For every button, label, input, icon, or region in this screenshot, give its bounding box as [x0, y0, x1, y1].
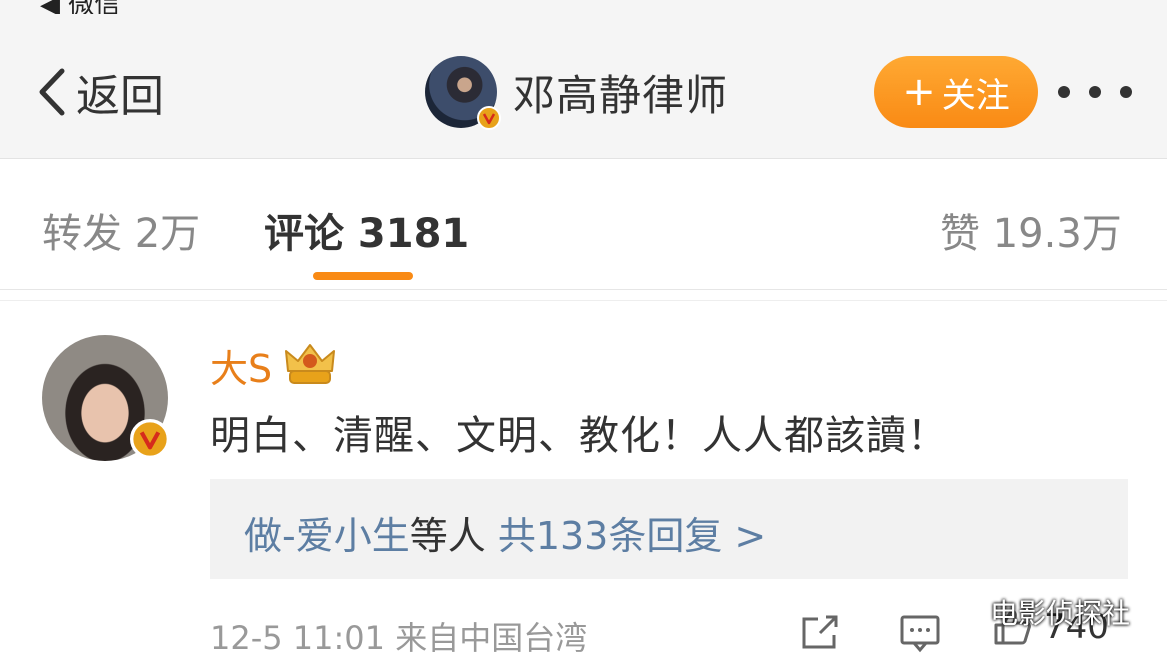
- reply-connector: 等人: [409, 514, 498, 558]
- commenter-avatar[interactable]: [42, 335, 170, 461]
- commenter-name[interactable]: 大S: [210, 338, 272, 393]
- reply-count-link[interactable]: 共133条回复 >: [498, 514, 766, 558]
- reply-username[interactable]: 做-爱小生: [244, 514, 410, 558]
- replies-preview[interactable]: 做-爱小生等人 共133条回复 >: [210, 479, 1128, 579]
- author-profile[interactable]: 邓高静律师: [425, 56, 728, 130]
- verified-icon: [477, 106, 501, 130]
- author-avatar[interactable]: [425, 56, 501, 130]
- tab-comments[interactable]: 评论 3181: [264, 201, 469, 259]
- tab-reposts[interactable]: 转发 2万: [42, 201, 200, 259]
- chevron-left-icon: [39, 68, 65, 116]
- comment-text: 明白、清醒、文明、教化！人人都該讀！: [210, 413, 948, 459]
- crown-badge-icon[interactable]: [282, 341, 338, 389]
- commenter-header: 大S: [210, 339, 338, 391]
- comment-icon[interactable]: [898, 613, 942, 653]
- author-name[interactable]: 邓高静律师: [513, 62, 728, 123]
- tab-likes[interactable]: 赞 19.3万: [940, 201, 1122, 259]
- status-bar: ◀ 微信: [0, 0, 1167, 14]
- active-tab-indicator: [313, 272, 413, 280]
- verified-icon: [130, 419, 170, 459]
- dot-icon: [1120, 86, 1132, 98]
- navigation-bar: 返回 邓高静律师 + 关注: [0, 14, 1167, 159]
- more-options-button[interactable]: [1058, 84, 1132, 100]
- replies-summary: 做-爱小生等人 共133条回复 >: [244, 505, 766, 560]
- dot-icon: [1089, 86, 1101, 98]
- watermark: 电影侦探社: [990, 597, 1131, 630]
- share-icon[interactable]: [798, 613, 842, 653]
- follow-label: 关注: [941, 75, 1010, 116]
- follow-button[interactable]: + 关注: [874, 56, 1038, 128]
- back-to-app-link[interactable]: ◀ 微信: [40, 0, 120, 14]
- tab-bar: 转发 2万 评论 3181 赞 19.3万: [0, 159, 1167, 290]
- plus-icon: +: [902, 69, 936, 115]
- comment-meta: 12-5 11:01 来自中国台湾: [210, 619, 588, 657]
- back-button[interactable]: 返回: [36, 62, 164, 122]
- back-label: 返回: [76, 71, 164, 122]
- dot-icon: [1058, 86, 1070, 98]
